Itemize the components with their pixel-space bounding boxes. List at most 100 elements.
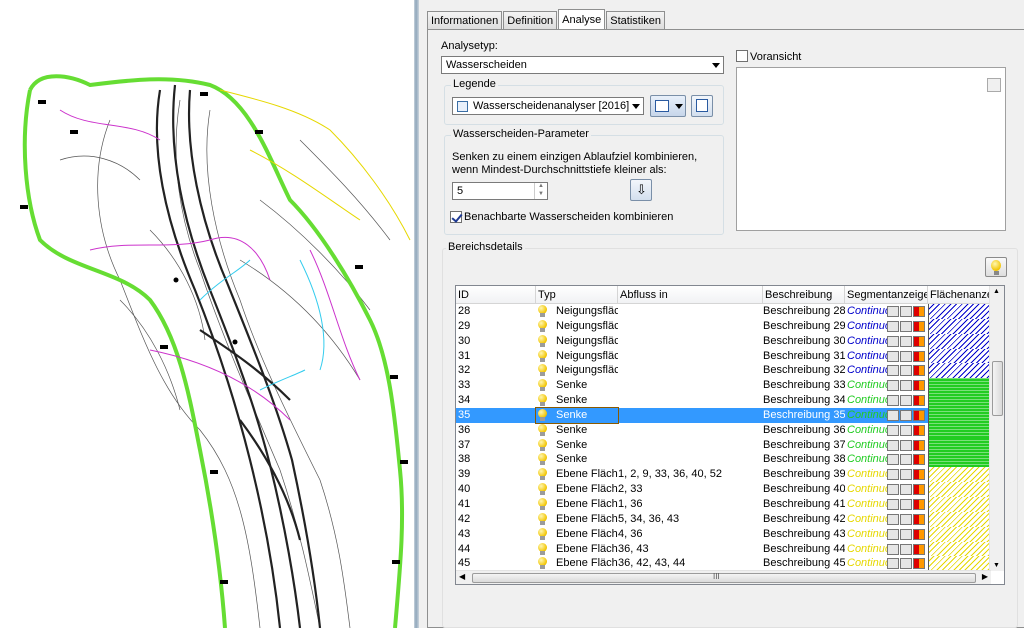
cell-segmentanzeige[interactable]: Continuo <box>845 527 928 542</box>
table-row[interactable]: 30 Neigungsfläc Beschreibung 30 Continuo <box>456 333 991 349</box>
cell-segmentanzeige[interactable]: Continuo <box>845 467 928 482</box>
segment-style-icons[interactable] <box>887 335 925 347</box>
cell-segmentanzeige[interactable]: Continuo <box>845 512 928 527</box>
lightbulb-icon[interactable] <box>538 423 547 436</box>
table-row[interactable]: 39 Ebene Fläche 1, 2, 9, 33, 36, 40, 52 Bes… <box>456 467 991 483</box>
lightbulb-icon[interactable] <box>538 468 547 481</box>
lightbulb-icon[interactable] <box>538 364 547 377</box>
cell-segmentanzeige[interactable]: Continuo <box>845 319 928 334</box>
table-row[interactable]: 33 Senke Beschreibung 33 Continuo <box>456 378 991 394</box>
cell-flaechenanzeige[interactable] <box>928 333 991 349</box>
cell-flaechenanzeige[interactable] <box>928 393 991 408</box>
table-row[interactable]: 34 Senke Beschreibung 34 Continuo <box>456 393 991 408</box>
cell-segmentanzeige[interactable]: Continuo <box>845 408 928 423</box>
highlight-button[interactable] <box>985 257 1007 277</box>
cell-flaechenanzeige[interactable] <box>928 348 991 364</box>
tab-definition[interactable]: Definition <box>503 11 558 30</box>
horizontal-scrollbar[interactable]: ◀ III ▶ <box>456 570 991 584</box>
lightbulb-icon[interactable] <box>538 305 547 317</box>
segment-style-icons[interactable] <box>887 528 925 540</box>
cell-segmentanzeige[interactable]: Continuo <box>845 497 928 512</box>
cell-segmentanzeige[interactable]: Continuo <box>845 452 928 467</box>
cell-flaechenanzeige[interactable] <box>928 496 991 512</box>
table-row[interactable]: 45 Ebene Fläche 36, 42, 43, 44 Beschreibung… <box>456 556 991 572</box>
lightbulb-icon[interactable] <box>538 394 547 407</box>
cell-segmentanzeige[interactable]: Continuo <box>845 378 928 393</box>
table-row[interactable]: 41 Ebene Fläche 1, 36 Beschreibung 41 Contin… <box>456 496 991 512</box>
cell-flaechenanzeige[interactable] <box>928 378 991 394</box>
lightbulb-icon[interactable] <box>538 483 547 496</box>
segment-style-icons[interactable] <box>887 365 925 377</box>
table-row[interactable]: 43 Ebene Fläche 4, 36 Beschreibung 43 Contin… <box>456 526 991 542</box>
edit-legend-button[interactable] <box>650 95 686 117</box>
col-header-abfluss[interactable]: Abfluss in <box>618 286 763 304</box>
lightbulb-icon[interactable] <box>538 438 547 451</box>
cell-flaechenanzeige[interactable] <box>928 437 991 453</box>
table-row[interactable]: 37 Senke Beschreibung 37 Continuo <box>456 437 991 453</box>
segment-style-icons[interactable] <box>887 380 925 392</box>
cell-flaechenanzeige[interactable] <box>928 363 991 379</box>
table-row[interactable]: 29 Neigungsfläc Beschreibung 29 Continuo <box>456 318 991 334</box>
segment-style-icons[interactable] <box>887 409 925 421</box>
tab-analyse[interactable]: Analyse <box>558 9 606 31</box>
table-row[interactable]: 35 Senke Beschreibung 35 Continuo <box>456 406 991 424</box>
segment-style-icons[interactable] <box>887 484 925 496</box>
table-row[interactable]: 28 Neigungsfläc Beschreibung 28 Continuo <box>456 304 991 319</box>
scroll-up-icon[interactable]: ▲ <box>993 288 1000 295</box>
cell-flaechenanzeige[interactable] <box>928 318 991 334</box>
lightbulb-icon[interactable] <box>538 334 547 347</box>
segment-style-icons[interactable] <box>887 395 925 407</box>
scroll-right-icon[interactable]: ▶ <box>982 572 988 581</box>
vertical-scroll-thumb[interactable] <box>992 361 1003 416</box>
cell-segmentanzeige[interactable]: Continuo <box>845 334 928 349</box>
cell-segmentanzeige[interactable]: Continuo <box>845 542 928 557</box>
bereich-table[interactable]: ID Typ Abfluss in Beschreibung Segmentan… <box>455 285 1005 585</box>
segment-style-icons[interactable] <box>887 543 925 555</box>
segment-style-icons[interactable] <box>887 513 925 525</box>
legend-browse-button[interactable] <box>691 95 713 117</box>
stepper-up-icon[interactable]: ▲ <box>534 183 547 191</box>
lightbulb-icon[interactable] <box>538 408 547 421</box>
legende-select[interactable]: Wasserscheidenanalyser [2016] <box>452 97 644 115</box>
vertical-scrollbar[interactable]: ▲ ▼ <box>989 286 1004 571</box>
col-header-segmentanzeige[interactable]: Segmentanzeige <box>845 286 928 304</box>
cell-flaechenanzeige[interactable] <box>928 541 991 557</box>
segment-style-icons[interactable] <box>887 320 925 332</box>
segment-style-icons[interactable] <box>887 306 925 317</box>
stepper-down-icon[interactable]: ▼ <box>534 191 547 199</box>
table-row[interactable]: 38 Senke Beschreibung 38 Continuo <box>456 452 991 468</box>
col-header-typ[interactable]: Typ <box>536 286 618 304</box>
segment-style-icons[interactable] <box>887 469 925 481</box>
col-header-flaechenanzeige[interactable]: Flächenanzeig <box>928 286 991 304</box>
segment-style-icons[interactable] <box>887 558 925 570</box>
pick-depth-button[interactable]: ⇩ <box>630 179 652 201</box>
combine-checkbox[interactable] <box>450 211 462 223</box>
tab-informationen[interactable]: Informationen <box>427 11 503 30</box>
lightbulb-icon[interactable] <box>538 379 547 392</box>
preview-checkbox[interactable] <box>736 50 748 62</box>
lightbulb-icon[interactable] <box>538 319 547 332</box>
cell-flaechenanzeige[interactable] <box>928 407 991 423</box>
cell-segmentanzeige[interactable]: Continuo <box>845 393 928 408</box>
cell-segmentanzeige[interactable]: Continuo <box>845 423 928 438</box>
cell-segmentanzeige[interactable]: Continuo <box>845 363 928 378</box>
lightbulb-icon[interactable] <box>538 497 547 510</box>
table-row[interactable]: 32 Neigungsfläc Beschreibung 32 Continuo <box>456 363 991 379</box>
scroll-down-icon[interactable]: ▼ <box>993 562 1000 569</box>
cell-segmentanzeige[interactable]: Continuo <box>845 438 928 453</box>
tab-statistiken[interactable]: Statistiken <box>606 11 666 30</box>
preview-toggle-button[interactable] <box>987 78 1001 92</box>
segment-style-icons[interactable] <box>887 498 925 510</box>
lightbulb-icon[interactable] <box>538 349 547 362</box>
lightbulb-icon[interactable] <box>538 557 547 570</box>
analysetyp-select[interactable]: Wasserscheiden <box>441 56 724 74</box>
table-row[interactable]: 36 Senke Beschreibung 36 Continuo <box>456 422 991 438</box>
cell-flaechenanzeige[interactable] <box>928 422 991 438</box>
table-row[interactable]: 44 Ebene Fläche 36, 43 Beschreibung 44 Conti… <box>456 541 991 557</box>
segment-style-icons[interactable] <box>887 424 925 436</box>
table-row[interactable]: 42 Ebene Fläche 5, 34, 36, 43 Beschreibung … <box>456 511 991 527</box>
table-row[interactable]: 40 Ebene Fläche 2, 33 Beschreibung 40 Contin… <box>456 482 991 497</box>
cell-segmentanzeige[interactable]: Continuo <box>845 482 928 497</box>
map-canvas[interactable] <box>0 0 414 628</box>
horizontal-scroll-thumb[interactable]: III <box>472 572 976 583</box>
